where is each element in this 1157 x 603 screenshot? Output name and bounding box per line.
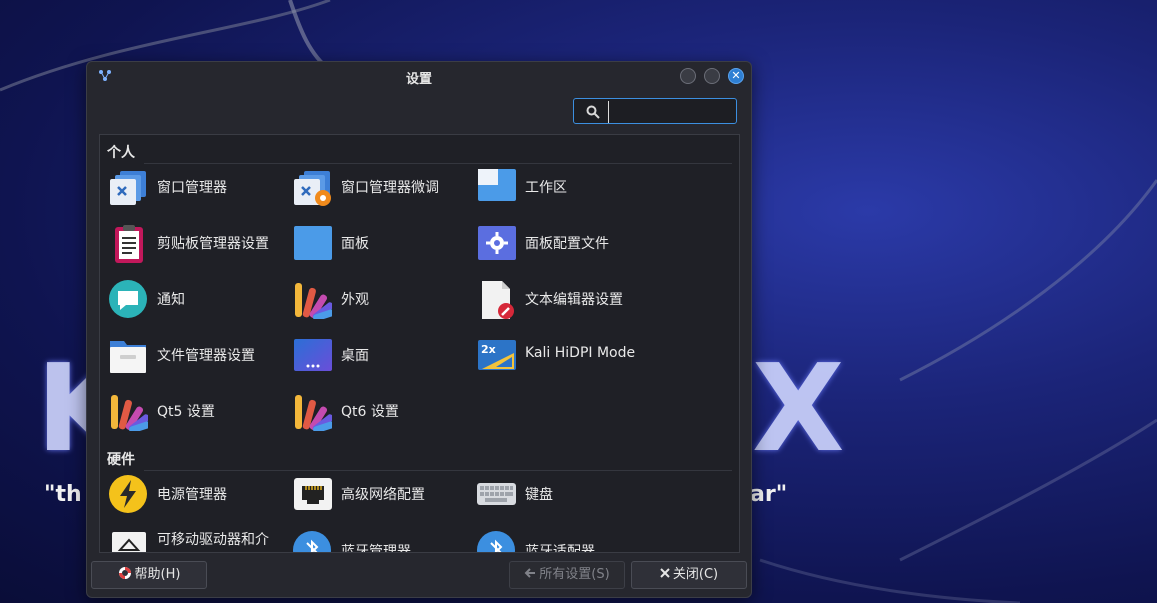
all-settings-label: 所有设置(S): [539, 567, 610, 582]
power-lightning-icon: [109, 475, 147, 513]
close-button[interactable]: 关闭(C): [631, 561, 747, 589]
brand-letter-right: X: [752, 340, 845, 479]
panel-label: 面板: [341, 236, 369, 252]
file-manager-item[interactable]: 文件管理器设置: [100, 332, 280, 378]
qt6-item[interactable]: Qt6 设置: [284, 388, 464, 434]
qt5-label: Qt5 设置: [157, 404, 215, 420]
section-hardware: 硬件: [107, 452, 135, 468]
close-label: 关闭(C): [672, 567, 719, 582]
kali-hidpi-item[interactable]: 2x Kali HiDPI Mode: [468, 332, 648, 378]
file-manager-label: 文件管理器设置: [157, 348, 255, 364]
notifications-item[interactable]: 通知: [100, 276, 280, 322]
appearance-label: 外观: [341, 292, 369, 308]
window-manager-item[interactable]: 窗口管理器: [100, 164, 280, 210]
text-editor-icon: [482, 281, 514, 319]
notification-icon: [109, 280, 147, 318]
search-box[interactable]: [573, 98, 737, 124]
settings-grid: 个人 窗口管理器 窗口管理器微调 工作区 剪贴板管理器设置 面板 面板配置文件 …: [99, 134, 740, 553]
advanced-network-item[interactable]: 高级网络配置: [284, 471, 464, 517]
appearance-icon: [295, 283, 332, 319]
folder-icon: [110, 341, 146, 373]
help-label: 帮助(H): [134, 567, 181, 582]
panel-profiles-label: 面板配置文件: [525, 236, 609, 252]
text-editor-item[interactable]: 文本编辑器设置: [468, 276, 648, 322]
panel-profiles-item[interactable]: 面板配置文件: [468, 220, 648, 266]
power-manager-item[interactable]: 电源管理器: [100, 471, 280, 517]
power-manager-label: 电源管理器: [157, 487, 227, 503]
window-manager-icon: [110, 171, 146, 205]
search-input[interactable]: [608, 101, 735, 123]
desktop-item[interactable]: 桌面: [284, 332, 464, 378]
appearance-item[interactable]: 外观: [284, 276, 464, 322]
window-manager-label: 窗口管理器: [157, 180, 227, 196]
network-port-icon: [294, 478, 332, 510]
qt6-label: Qt6 设置: [341, 404, 399, 420]
panel-profiles-icon: [478, 226, 516, 260]
window-manager-tweaks-label: 窗口管理器微调: [341, 180, 439, 196]
qt5-icon: [111, 395, 148, 431]
section-personal: 个人: [107, 145, 135, 161]
bluetooth-manager-item[interactable]: 蓝牙管理器: [284, 527, 464, 553]
clipboard-manager-label: 剪贴板管理器设置: [157, 236, 269, 252]
clipboard-icon: [115, 225, 143, 263]
advanced-network-label: 高级网络配置: [341, 487, 425, 503]
lifebuoy-icon: [118, 562, 132, 588]
minimize-button[interactable]: [680, 68, 696, 84]
close-window-button[interactable]: ✕: [728, 68, 744, 84]
desktop-label: 桌面: [341, 348, 369, 364]
quote-left: "th: [44, 482, 82, 507]
settings-dialog: 设置 ✕ 个人 窗口管理器 窗口管理器微调 工作区 剪贴板管理器设置 面板 面板…: [86, 61, 752, 598]
arrow-left-icon: [524, 562, 536, 588]
desktop-icon: [294, 339, 332, 371]
title-bar[interactable]: 设置 ✕: [87, 62, 751, 90]
panel-item[interactable]: 面板: [284, 220, 464, 266]
keyboard-item[interactable]: 键盘: [468, 471, 648, 517]
qt5-item[interactable]: Qt5 设置: [100, 388, 280, 434]
svg-text:2x: 2x: [481, 343, 496, 356]
workspaces-icon: [478, 169, 516, 201]
window-manager-tweaks-icon: [294, 171, 331, 206]
window-manager-tweaks-item[interactable]: 窗口管理器微调: [284, 164, 464, 210]
eject-drive-icon: [112, 532, 146, 552]
notifications-label: 通知: [157, 292, 185, 308]
keyboard-label: 键盘: [525, 487, 553, 503]
bluetooth-icon: [477, 531, 515, 552]
bluetooth-icon: [293, 531, 331, 552]
bluetooth-adapters-item[interactable]: 蓝牙适配器: [468, 527, 648, 553]
maximize-button[interactable]: [704, 68, 720, 84]
search-icon: [586, 105, 600, 119]
text-editor-label: 文本编辑器设置: [525, 292, 623, 308]
hidpi-icon: 2x: [478, 340, 516, 370]
workspaces-label: 工作区: [525, 180, 567, 196]
all-settings-button[interactable]: 所有设置(S): [509, 561, 625, 589]
window-title: 设置: [405, 72, 432, 87]
keyboard-icon: [477, 483, 516, 505]
kali-hidpi-label: Kali HiDPI Mode: [525, 345, 636, 361]
removable-drives-label: 可移动驱动器和介: [157, 532, 269, 548]
panel-icon: [294, 226, 332, 260]
help-button[interactable]: 帮助(H): [91, 561, 207, 589]
close-icon: ✕: [731, 69, 741, 82]
qt6-icon: [295, 395, 332, 431]
clipboard-manager-item[interactable]: 剪贴板管理器设置: [100, 220, 280, 266]
bluetooth-manager-label: 蓝牙管理器: [341, 544, 411, 553]
quote-right: ar": [750, 482, 788, 507]
bluetooth-adapters-label: 蓝牙适配器: [525, 544, 595, 553]
workspaces-item[interactable]: 工作区: [468, 164, 648, 210]
close-icon: [660, 562, 670, 588]
removable-drives-item[interactable]: 可移动驱动器和介: [100, 527, 280, 552]
